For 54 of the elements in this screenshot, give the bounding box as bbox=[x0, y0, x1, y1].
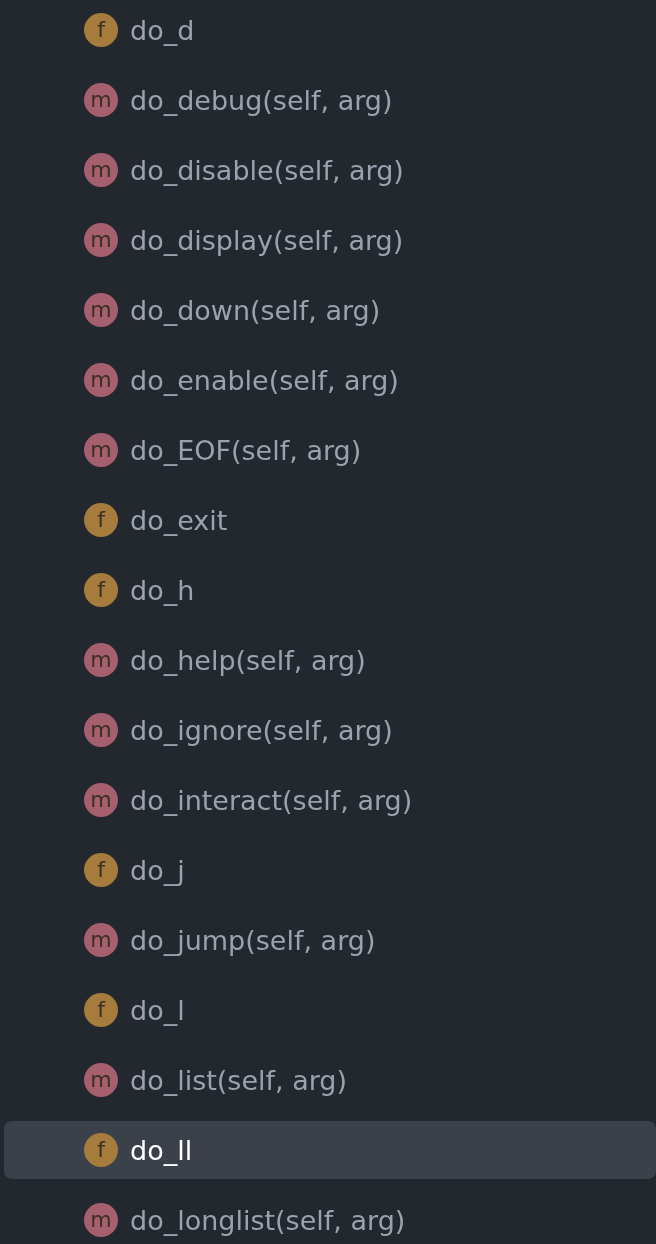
symbol-name: do_ignore(self, arg) bbox=[130, 714, 393, 746]
list-item[interactable]: m do_debug(self, arg) bbox=[0, 65, 656, 135]
list-item[interactable]: m do_ignore(self, arg) bbox=[0, 695, 656, 765]
symbol-badge: m bbox=[84, 783, 118, 817]
symbol-name: do_jump(self, arg) bbox=[130, 924, 376, 956]
symbol-badge: m bbox=[84, 223, 118, 257]
list-item[interactable]: m do_down(self, arg) bbox=[0, 275, 656, 345]
symbol-name: do_j bbox=[130, 854, 185, 886]
symbol-name: do_h bbox=[130, 574, 195, 606]
list-item[interactable]: m do_enable(self, arg) bbox=[0, 345, 656, 415]
symbol-badge: m bbox=[84, 643, 118, 677]
list-item[interactable]: m do_jump(self, arg) bbox=[0, 905, 656, 975]
list-item[interactable]: m do_EOF(self, arg) bbox=[0, 415, 656, 485]
list-item[interactable]: f do_l bbox=[0, 975, 656, 1045]
symbol-name: do_l bbox=[130, 994, 185, 1026]
symbol-badge: f bbox=[84, 13, 118, 47]
symbol-badge: m bbox=[84, 153, 118, 187]
symbol-badge: f bbox=[84, 993, 118, 1027]
symbol-name: do_ll bbox=[130, 1134, 193, 1166]
symbol-badge: m bbox=[84, 1063, 118, 1097]
symbol-badge: f bbox=[84, 1133, 118, 1167]
symbol-name: do_disable(self, arg) bbox=[130, 154, 404, 186]
symbol-badge: m bbox=[84, 363, 118, 397]
list-item[interactable]: m do_longlist(self, arg) bbox=[0, 1185, 656, 1244]
symbol-badge: m bbox=[84, 83, 118, 117]
symbol-name: do_exit bbox=[130, 504, 228, 536]
symbol-name: do_enable(self, arg) bbox=[130, 364, 399, 396]
symbol-name: do_down(self, arg) bbox=[130, 294, 381, 326]
list-item[interactable]: f do_ll bbox=[4, 1121, 656, 1179]
list-item[interactable]: f do_d bbox=[0, 0, 656, 65]
list-item[interactable]: f do_j bbox=[0, 835, 656, 905]
list-item[interactable]: m do_list(self, arg) bbox=[0, 1045, 656, 1115]
list-item[interactable]: f do_h bbox=[0, 555, 656, 625]
symbol-badge: f bbox=[84, 573, 118, 607]
list-item[interactable]: f do_exit bbox=[0, 485, 656, 555]
symbol-badge: f bbox=[84, 853, 118, 887]
symbol-badge: m bbox=[84, 433, 118, 467]
list-item[interactable]: m do_display(self, arg) bbox=[0, 205, 656, 275]
list-item[interactable]: m do_disable(self, arg) bbox=[0, 135, 656, 205]
symbol-badge: f bbox=[84, 503, 118, 537]
symbol-name: do_longlist(self, arg) bbox=[130, 1204, 406, 1236]
symbol-badge: m bbox=[84, 713, 118, 747]
symbol-badge: m bbox=[84, 293, 118, 327]
symbol-name: do_d bbox=[130, 14, 195, 46]
symbol-name: do_display(self, arg) bbox=[130, 224, 404, 256]
symbol-name: do_help(self, arg) bbox=[130, 644, 366, 676]
list-item[interactable]: m do_help(self, arg) bbox=[0, 625, 656, 695]
symbol-name: do_list(self, arg) bbox=[130, 1064, 348, 1096]
symbol-name: do_debug(self, arg) bbox=[130, 84, 393, 116]
list-item[interactable]: m do_interact(self, arg) bbox=[0, 765, 656, 835]
symbol-name: do_EOF(self, arg) bbox=[130, 434, 362, 466]
symbol-badge: m bbox=[84, 923, 118, 957]
symbol-name: do_interact(self, arg) bbox=[130, 784, 413, 816]
symbol-badge: m bbox=[84, 1203, 118, 1237]
